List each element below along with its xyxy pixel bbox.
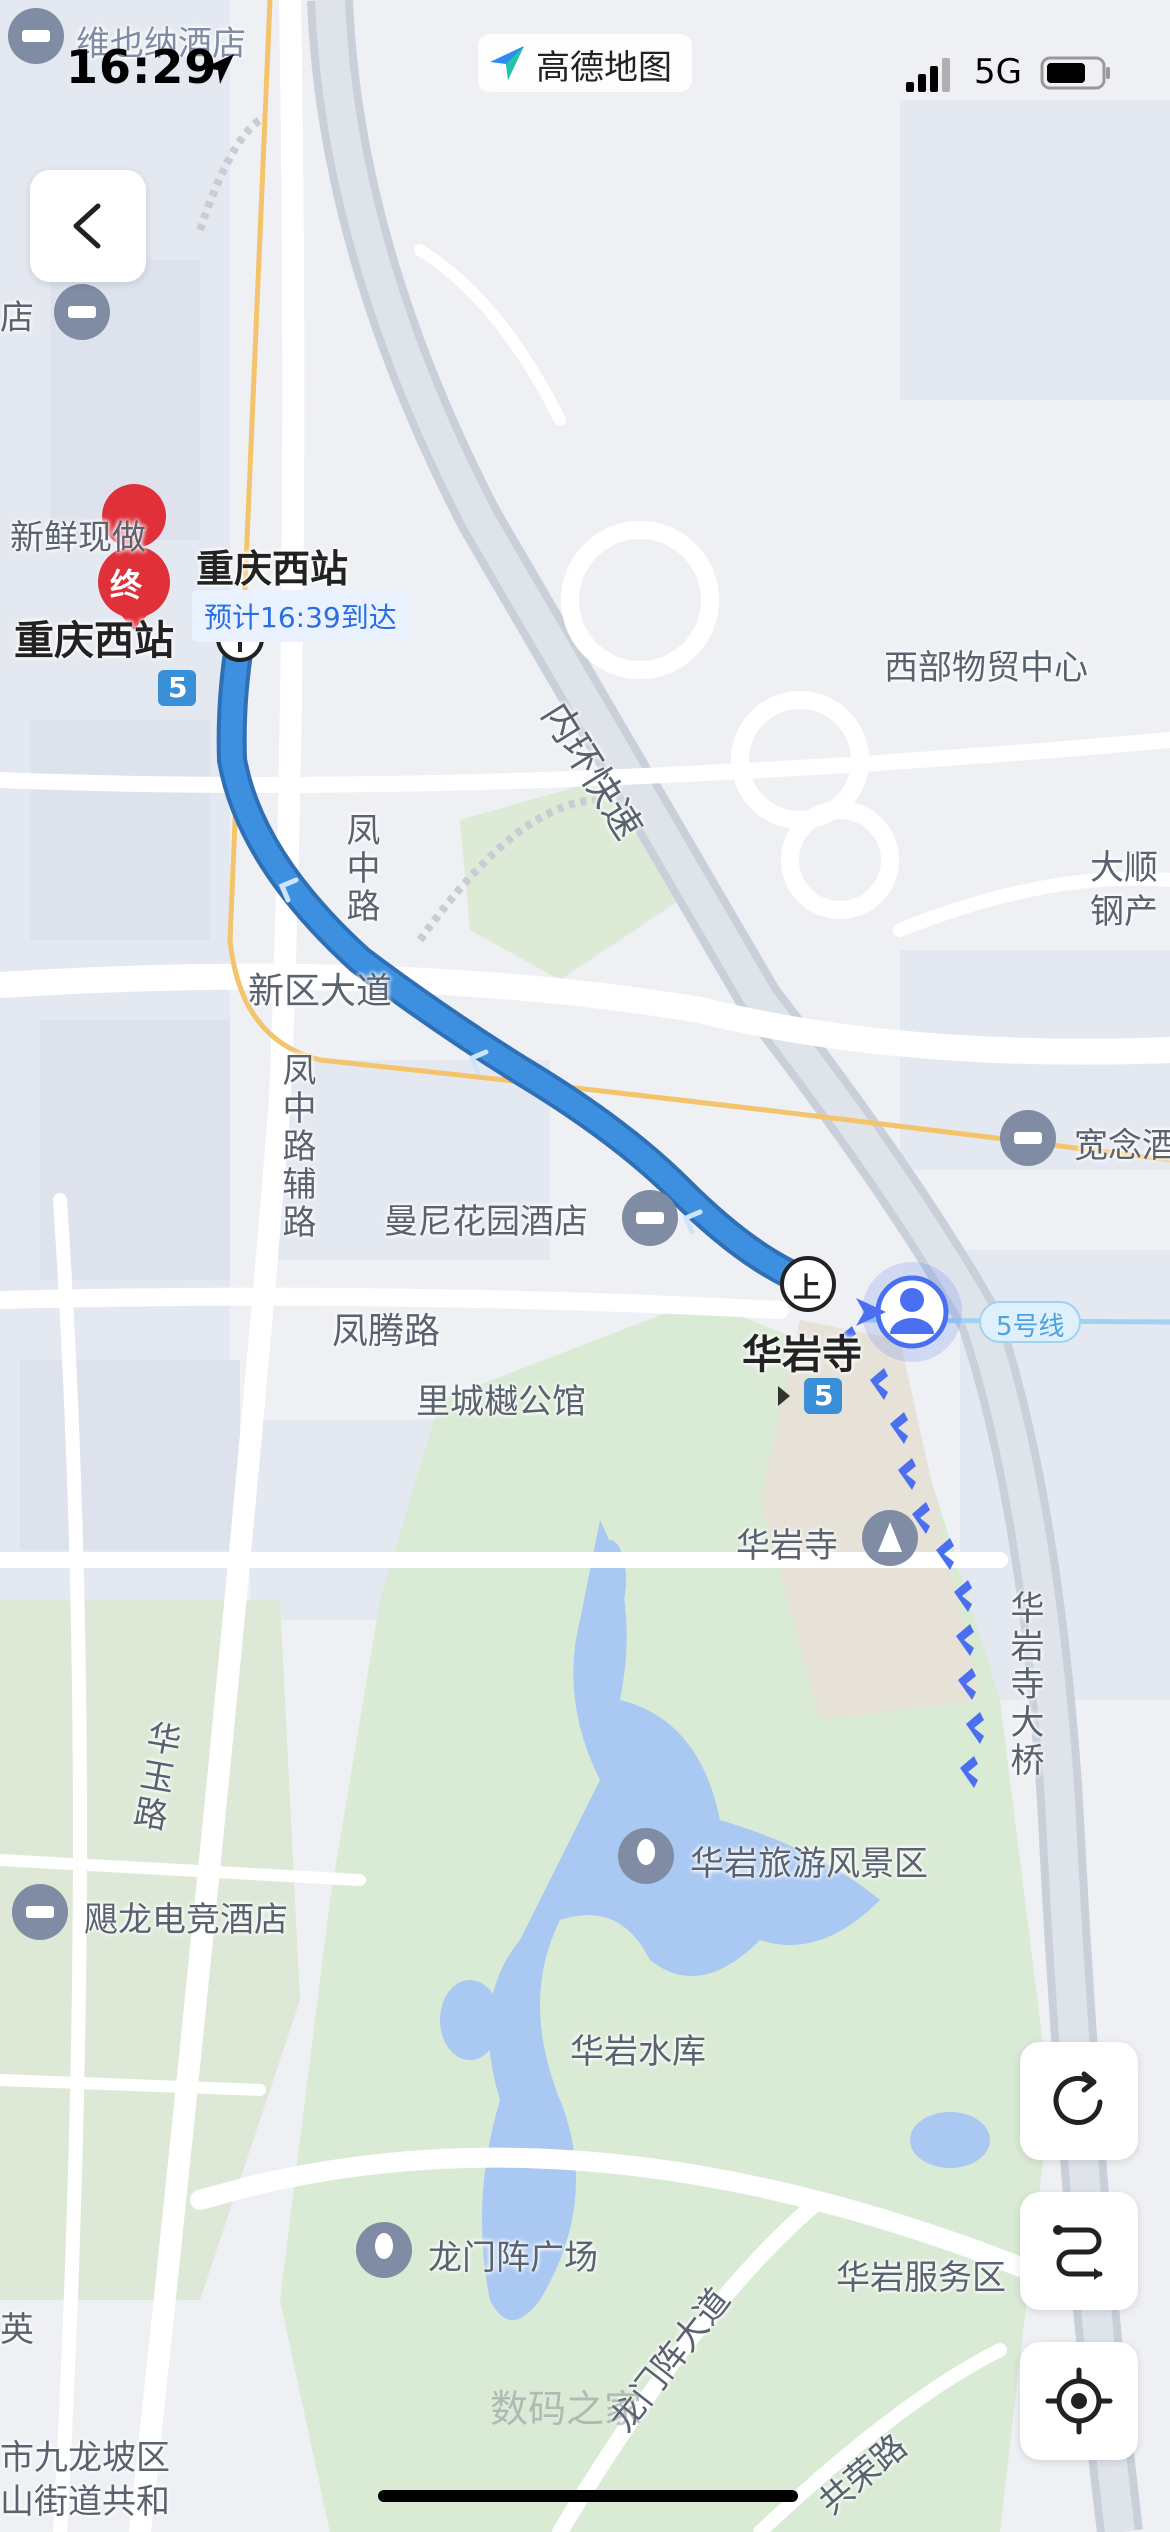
back-button[interactable] <box>30 170 146 282</box>
metro-line-label[interactable]: 5号线 <box>996 1306 1065 1343</box>
status-time: 16:29 <box>66 40 218 94</box>
hotel-icon[interactable] <box>622 1190 678 1246</box>
park-icon[interactable] <box>618 1828 674 1884</box>
temple-icon[interactable] <box>862 1510 918 1566</box>
place-label[interactable]: 西部物贸中心 <box>884 640 1088 689</box>
place-label[interactable]: 店 <box>0 290 34 339</box>
place-label[interactable]: 华岩寺 <box>736 1518 838 1567</box>
location-arrow-icon <box>204 54 234 84</box>
refresh-button[interactable] <box>1020 2042 1138 2160</box>
battery-icon <box>1040 56 1110 90</box>
locate-button[interactable] <box>1020 2342 1138 2460</box>
metro-badge-number: 5 <box>814 1379 834 1412</box>
metro-badge-number: 5 <box>168 671 188 704</box>
cellular-signal-icon <box>906 58 950 92</box>
crosshair-icon <box>1045 2367 1113 2435</box>
boarding-marker-text: 上 <box>793 1271 822 1304</box>
place-label[interactable]: 飓龙电竞酒店 <box>84 1892 288 1941</box>
road-label: 凤中路 <box>340 812 380 926</box>
park-icon[interactable] <box>356 2222 412 2278</box>
place-label[interactable]: 华岩旅游风景区 <box>690 1836 928 1885</box>
network-type: 5G <box>974 52 1022 92</box>
place-label[interactable]: 宽念酒 <box>1074 1118 1170 1167</box>
place-label[interactable]: 大顺 <box>1090 840 1158 889</box>
hotel-icon[interactable] <box>12 1884 68 1940</box>
road-label: 凤中路辅路 <box>276 1052 316 1242</box>
road-label: 华岩寺大桥 <box>1004 1590 1044 1780</box>
app-name: 高德地图 <box>536 48 672 88</box>
place-label[interactable]: 龙门阵广场 <box>428 2230 598 2279</box>
place-label[interactable]: 市九龙坡区 <box>0 2430 170 2479</box>
hotel-icon[interactable] <box>1000 1110 1056 1166</box>
home-indicator[interactable] <box>378 2490 798 2502</box>
place-label[interactable]: 英 <box>0 2302 34 2351</box>
route-overview-button[interactable] <box>1020 2192 1138 2310</box>
destination-marker-text: 终 <box>110 566 143 604</box>
hotel-icon[interactable] <box>54 284 110 340</box>
place-label[interactable]: 钢产 <box>1090 884 1158 933</box>
destination-label[interactable]: 重庆西站 <box>196 538 348 593</box>
place-label[interactable]: 新鲜现做 <box>10 510 146 559</box>
chevron-left-icon <box>73 203 101 249</box>
place-label[interactable]: 里城樾公馆 <box>416 1374 586 1423</box>
amap-logo-icon <box>490 46 524 80</box>
road-label: 凤腾路 <box>332 1311 441 1352</box>
eta-label: 预计16:39到达 <box>192 590 409 642</box>
place-label[interactable]: 华岩服务区 <box>836 2250 1006 2299</box>
destination-station-label[interactable]: 重庆西站 <box>14 608 174 666</box>
road-label: 新区大道 <box>248 971 393 1012</box>
status-bar: 16:29 高德地图 5G <box>0 0 1170 140</box>
place-label[interactable]: 华岩水库 <box>570 2024 706 2073</box>
place-label[interactable]: 山街道共和 <box>0 2474 170 2523</box>
app-badge: 高德地图 <box>478 34 692 92</box>
origin-station-label[interactable]: 华岩寺 <box>742 1322 862 1380</box>
map-canvas[interactable] <box>0 0 1170 2532</box>
route-icon <box>1053 2225 1103 2280</box>
refresh-icon <box>1053 2071 1103 2125</box>
place-label[interactable]: 曼尼花园酒店 <box>384 1194 588 1243</box>
watermark: 数码之家 <box>490 2387 643 2431</box>
